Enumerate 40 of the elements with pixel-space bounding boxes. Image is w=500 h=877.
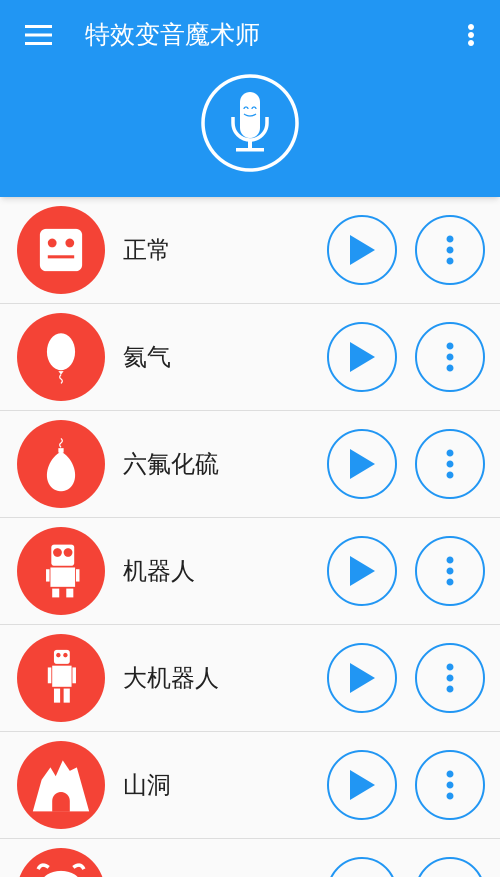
more-icon (446, 770, 454, 800)
play-icon (349, 235, 375, 265)
more-button[interactable] (415, 429, 485, 499)
play-icon (349, 449, 375, 479)
robot-face-icon (17, 206, 105, 294)
menu-icon[interactable] (25, 25, 52, 45)
play-icon (349, 770, 375, 800)
more-button[interactable] (415, 643, 485, 713)
effect-name: 机器人 (123, 557, 195, 585)
play-button[interactable] (327, 215, 397, 285)
play-icon (349, 556, 375, 586)
balloon-icon (17, 313, 105, 401)
play-button[interactable] (327, 322, 397, 392)
more-button[interactable] (415, 215, 485, 285)
effect-name: 山洞 (123, 771, 171, 799)
effect-name: 六氟化硫 (123, 450, 219, 478)
more-icon (446, 342, 454, 372)
record-button[interactable] (200, 73, 300, 173)
app-title: 特效变音魔术师 (85, 19, 260, 52)
tall-robot-icon (17, 634, 105, 722)
more-icon (446, 663, 454, 693)
cave-icon (17, 741, 105, 829)
play-button[interactable] (327, 536, 397, 606)
play-icon (349, 663, 375, 693)
effect-name: 大机器人 (123, 664, 219, 692)
more-icon (446, 556, 454, 586)
play-button[interactable] (327, 643, 397, 713)
play-icon (349, 342, 375, 372)
effect-name: 氦气 (123, 343, 171, 371)
robot-icon (17, 527, 105, 615)
heavy-balloon-icon (17, 420, 105, 508)
more-button[interactable] (415, 536, 485, 606)
more-button[interactable] (415, 322, 485, 392)
play-button[interactable] (327, 429, 397, 499)
play-button[interactable] (327, 750, 397, 820)
more-icon (446, 235, 454, 265)
effect-name: 正常 (123, 236, 171, 264)
more-icon (446, 449, 454, 479)
more-options-icon[interactable] (467, 23, 475, 47)
more-button[interactable] (415, 750, 485, 820)
